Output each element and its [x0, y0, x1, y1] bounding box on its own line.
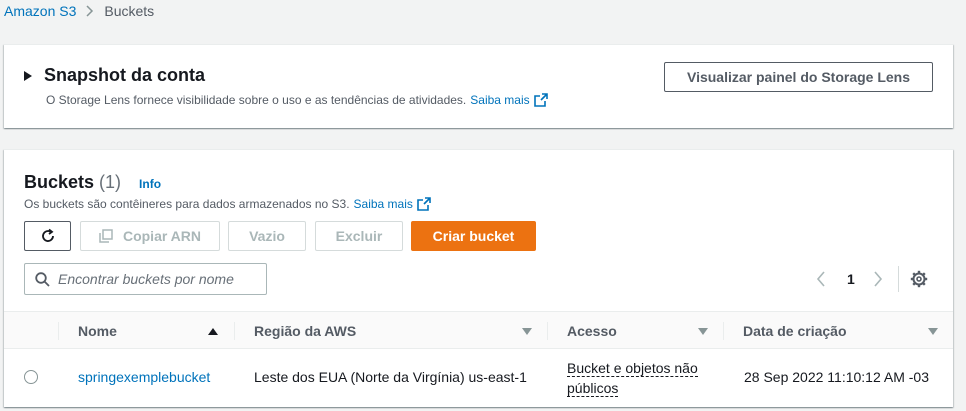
snapshot-description: O Storage Lens fornece visibilidade sobr… — [46, 93, 548, 107]
view-storage-lens-button[interactable]: Visualizar painel do Storage Lens — [664, 62, 933, 92]
account-snapshot-panel: Snapshot da conta O Storage Lens fornece… — [4, 44, 953, 128]
copy-icon — [99, 229, 113, 243]
breadcrumb-amazon-s3[interactable]: Amazon S3 — [4, 3, 76, 19]
column-header-region[interactable]: Região da AWS — [254, 312, 356, 350]
bucket-access-text: Bucket e objetos não públicos — [567, 360, 698, 397]
buckets-header: Buckets (1) Info — [24, 172, 161, 193]
snapshot-toggle[interactable]: Snapshot da conta — [24, 65, 205, 86]
caret-right-icon — [24, 70, 32, 81]
empty-button[interactable]: Vazio — [228, 221, 306, 251]
external-link-icon[interactable] — [533, 93, 548, 107]
pager-divider — [898, 266, 899, 292]
refresh-button[interactable] — [24, 221, 71, 251]
column-divider — [58, 322, 59, 340]
external-link-icon[interactable] — [417, 197, 431, 211]
column-divider — [547, 322, 548, 340]
search-icon — [35, 271, 50, 287]
delete-button[interactable]: Excluir — [315, 221, 403, 251]
create-bucket-button[interactable]: Criar bucket — [411, 221, 536, 251]
buckets-learn-more-link[interactable]: Saiba mais — [354, 197, 413, 211]
column-divider — [723, 322, 724, 340]
sort-ascending-icon[interactable] — [208, 328, 218, 335]
bucket-access[interactable]: Bucket e objetos não públicos — [567, 358, 717, 398]
copy-arn-button[interactable]: Copiar ARN — [80, 221, 220, 251]
chevron-left-icon — [816, 271, 825, 287]
table-header: Nome Região da AWS Acesso Data de criaçã… — [4, 311, 953, 349]
row-select-radio[interactable] — [24, 370, 38, 384]
buckets-description: Os buckets são contêineres para dados ar… — [24, 197, 431, 211]
bucket-name-link[interactable]: springexemplebucket — [78, 369, 210, 385]
chevron-right-icon — [874, 271, 883, 287]
bucket-created: 28 Sep 2022 11:10:12 AM -03 — [744, 369, 929, 385]
buckets-description-text: Os buckets são contêineres para dados ar… — [24, 197, 350, 211]
chevron-right-icon — [86, 5, 94, 17]
column-divider — [234, 322, 235, 340]
table-row: springexemplebucket Leste dos EUA (Norte… — [4, 350, 953, 406]
search-field[interactable] — [24, 263, 267, 295]
search-input[interactable] — [58, 271, 258, 287]
buckets-title: Buckets — [24, 172, 95, 192]
column-header-access[interactable]: Acesso — [567, 312, 617, 350]
sort-caret-icon[interactable] — [928, 328, 938, 335]
breadcrumb-buckets: Buckets — [104, 3, 155, 19]
snapshot-description-text: O Storage Lens fornece visibilidade sobr… — [46, 93, 467, 107]
page-number[interactable]: 1 — [847, 268, 855, 290]
sort-caret-icon[interactable] — [698, 328, 708, 335]
refresh-icon — [41, 228, 54, 242]
copy-arn-label: Copiar ARN — [122, 228, 202, 244]
preferences-button[interactable] — [910, 268, 928, 290]
column-header-name[interactable]: Nome — [78, 312, 117, 350]
gear-icon — [910, 270, 928, 288]
sort-caret-icon[interactable] — [522, 328, 532, 335]
buckets-panel: Buckets (1) Info Os buckets são contêine… — [4, 149, 953, 407]
info-link[interactable]: Info — [139, 177, 161, 191]
next-page-button[interactable] — [873, 268, 883, 290]
prev-page-button[interactable] — [816, 268, 826, 290]
bucket-region: Leste dos EUA (Norte da Virgínia) us-eas… — [254, 369, 527, 385]
breadcrumb: Amazon S3 Buckets — [4, 2, 154, 20]
column-header-created[interactable]: Data de criação — [743, 312, 847, 350]
snapshot-learn-more-link[interactable]: Saiba mais — [470, 93, 529, 107]
snapshot-title: Snapshot da conta — [44, 65, 206, 85]
buckets-count: (1) — [99, 172, 122, 192]
